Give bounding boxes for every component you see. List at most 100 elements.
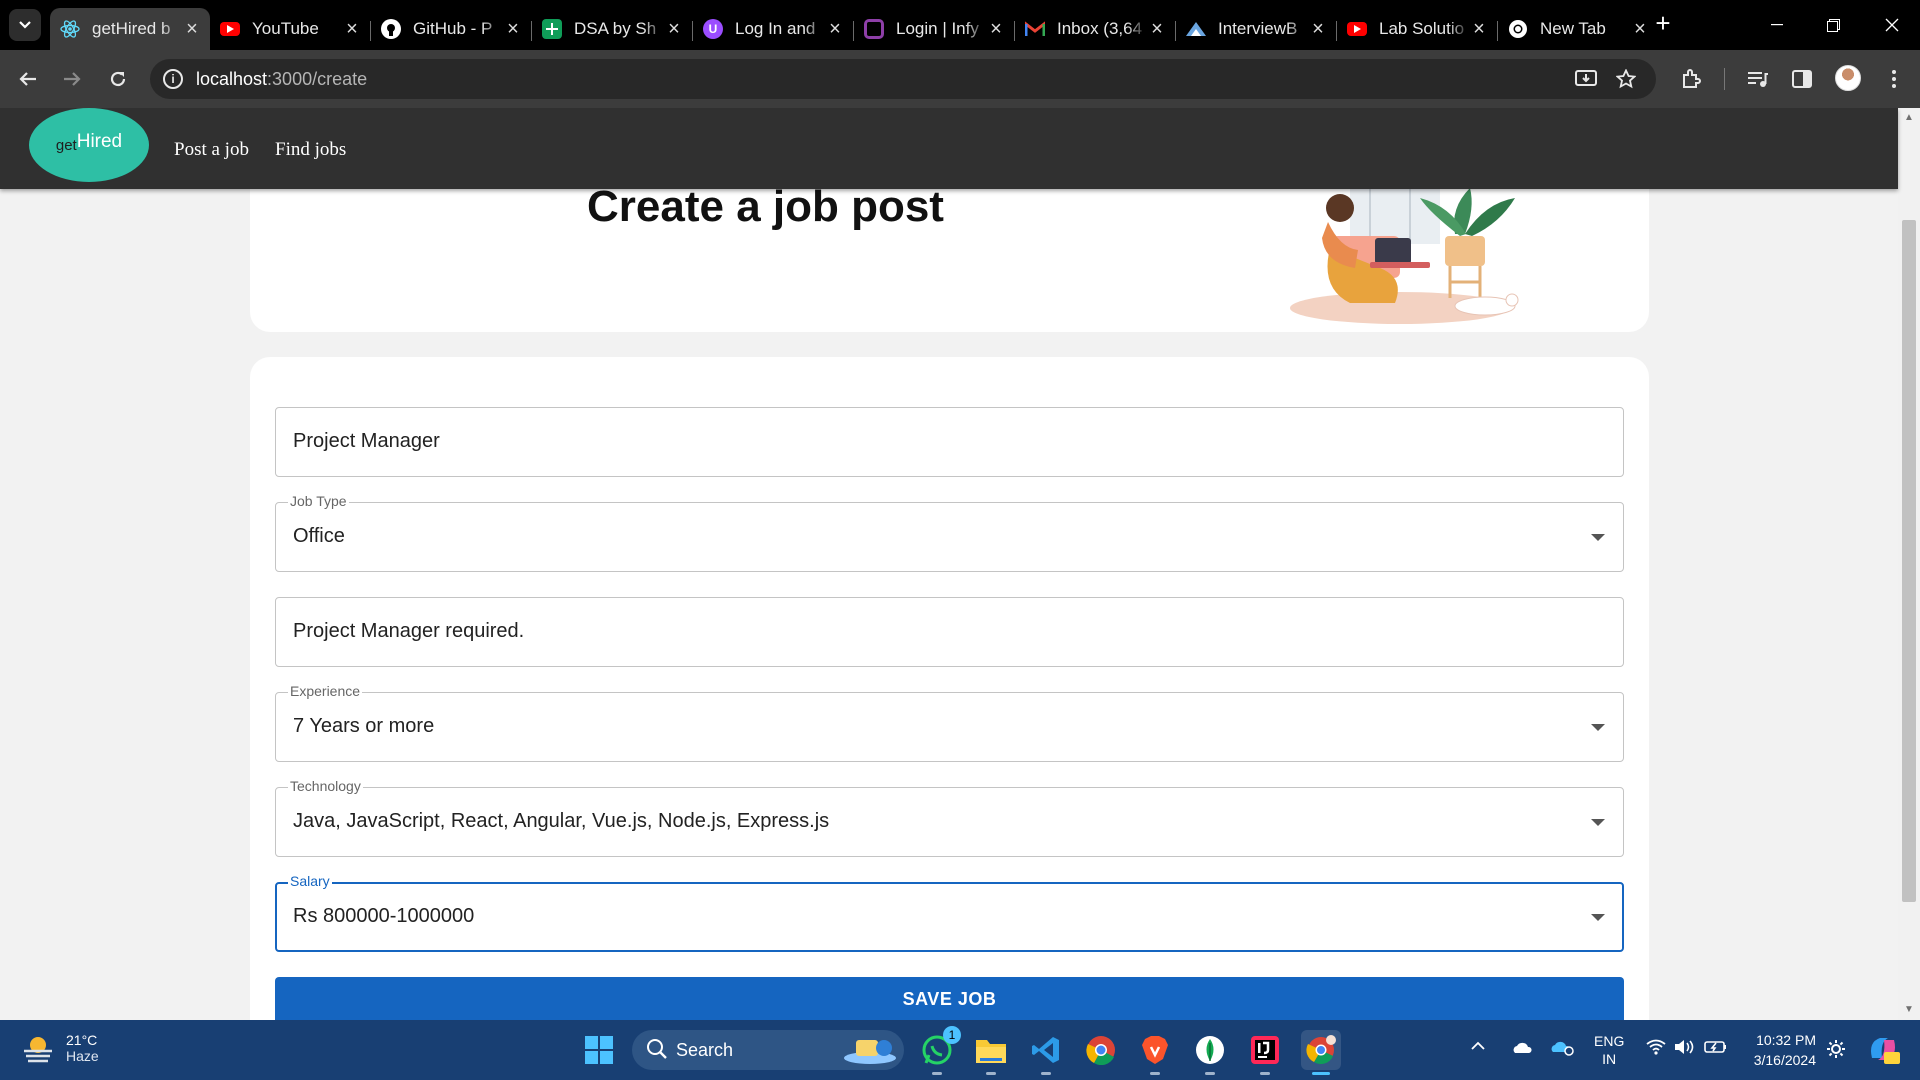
- extensions-icon[interactable]: [1677, 65, 1705, 93]
- weather-widget[interactable]: 21°C Haze: [22, 1032, 99, 1064]
- vscode-icon: [1032, 1037, 1059, 1063]
- taskbar-intellij[interactable]: [1245, 1030, 1285, 1075]
- close-icon[interactable]: ×: [666, 18, 682, 41]
- wifi-icon[interactable]: [1646, 1039, 1666, 1058]
- taskbar-chrome[interactable]: [1081, 1030, 1121, 1070]
- technology-label: Technology: [288, 778, 363, 794]
- notification-badge: 1: [943, 1026, 961, 1044]
- volume-icon[interactable]: [1674, 1039, 1696, 1058]
- app-icon: U: [703, 19, 723, 39]
- tab-youtube[interactable]: YouTube ×: [210, 12, 370, 46]
- close-icon[interactable]: ×: [505, 18, 521, 41]
- tab-search-button[interactable]: [9, 9, 41, 41]
- running-indicator: [1041, 1072, 1051, 1075]
- tab-interviewbit[interactable]: InterviewB ×: [1176, 12, 1336, 46]
- battery-icon[interactable]: [1704, 1039, 1728, 1058]
- tab-login[interactable]: U Log In and ×: [693, 12, 853, 46]
- tab-gmail[interactable]: Inbox (3,64 ×: [1015, 12, 1175, 46]
- back-button[interactable]: [12, 63, 44, 95]
- system-clock[interactable]: 10:32 PM 3/16/2024: [1740, 1030, 1816, 1070]
- address-bar[interactable]: i localhost:3000/create: [150, 59, 1656, 99]
- bookmark-star-icon[interactable]: [1614, 67, 1638, 91]
- reload-icon: [110, 71, 126, 87]
- tab-lab-solutions[interactable]: Lab Solutio ×: [1337, 12, 1497, 46]
- chrome-icon: [1086, 1036, 1115, 1065]
- scroll-down-arrow-icon[interactable]: ▼: [1904, 1004, 1914, 1015]
- restore-icon: [1826, 18, 1840, 32]
- save-job-button[interactable]: SAVE JOB: [275, 977, 1624, 1020]
- chrome-icon: [1306, 1035, 1336, 1065]
- start-button[interactable]: [579, 1030, 619, 1070]
- close-icon[interactable]: ×: [1310, 18, 1326, 41]
- salary-label: Salary: [288, 873, 332, 889]
- running-indicator: [932, 1072, 942, 1075]
- scrollbar-thumb[interactable]: [1902, 220, 1916, 902]
- taskbar-mongodb-compass[interactable]: [1190, 1030, 1230, 1075]
- url-path: :3000/create: [267, 69, 368, 89]
- restore-button[interactable]: [1805, 0, 1861, 50]
- dropdown-arrow-icon: [1591, 534, 1605, 541]
- minimize-button[interactable]: [1749, 0, 1805, 50]
- profile-avatar[interactable]: [1835, 65, 1861, 91]
- close-icon[interactable]: ×: [344, 18, 360, 41]
- tab-dsa-sheet[interactable]: DSA by Sh ×: [532, 12, 692, 46]
- job-type-value: Office: [293, 525, 345, 547]
- copilot-icon[interactable]: [1866, 1032, 1900, 1069]
- kebab-menu-icon[interactable]: [1880, 65, 1908, 93]
- taskbar-search[interactable]: Search: [632, 1030, 904, 1070]
- onedrive-icon[interactable]: [1510, 1040, 1532, 1057]
- nav-find-jobs[interactable]: Find jobs: [275, 139, 346, 161]
- tab-gethired[interactable]: getHired b ×: [50, 8, 210, 50]
- job-description-value: Project Manager required.: [293, 620, 525, 642]
- scroll-up-arrow-icon[interactable]: ▲: [1904, 112, 1914, 123]
- media-control-icon[interactable]: [1744, 65, 1772, 93]
- job-profile-value: Project Manager: [293, 430, 440, 452]
- arrow-right-icon: [64, 72, 81, 86]
- experience-value: 7 Years or more: [293, 715, 435, 737]
- show-hidden-icons[interactable]: [1470, 1038, 1486, 1054]
- experience-label: Experience: [288, 683, 363, 699]
- close-icon[interactable]: ×: [184, 18, 200, 41]
- taskbar-file-explorer[interactable]: [971, 1030, 1011, 1075]
- install-app-icon[interactable]: [1574, 67, 1598, 91]
- brave-icon: [1142, 1036, 1168, 1064]
- job-profile-input[interactable]: Project Manager: [275, 407, 1624, 477]
- taskbar-whatsapp[interactable]: 1: [917, 1026, 961, 1075]
- new-tab-button[interactable]: +: [1650, 10, 1676, 38]
- forward-button[interactable]: [56, 63, 88, 95]
- page-title: Create a job post: [587, 182, 944, 231]
- app-navbar: get Hired Post a job Find jobs: [0, 108, 1898, 189]
- experience-select[interactable]: Experience 7 Years or more: [275, 683, 1624, 762]
- taskbar-chrome-profile[interactable]: [1301, 1030, 1341, 1075]
- job-type-select[interactable]: Job Type Office: [275, 493, 1624, 572]
- tab-new-tab[interactable]: New Tab ×: [1498, 12, 1658, 46]
- weather-temp: 21°C: [66, 1032, 98, 1048]
- input-language[interactable]: ENG IN: [1594, 1032, 1624, 1068]
- page-scrollbar[interactable]: ▲ ▼: [1898, 108, 1920, 1020]
- close-icon[interactable]: ×: [1471, 18, 1487, 41]
- site-info-icon[interactable]: i: [163, 69, 183, 89]
- url-text[interactable]: localhost:3000/create: [196, 69, 367, 90]
- network-sync-icon[interactable]: [1550, 1038, 1574, 1059]
- close-icon[interactable]: ×: [1149, 18, 1165, 41]
- tab-github[interactable]: GitHub - P ×: [371, 12, 531, 46]
- taskbar-vscode[interactable]: [1026, 1030, 1066, 1075]
- close-icon[interactable]: ×: [1632, 18, 1648, 41]
- taskbar-brave[interactable]: [1135, 1030, 1175, 1075]
- page-viewport: get Hired Post a job Find jobs Create a j…: [0, 108, 1920, 1020]
- job-description-input[interactable]: Project Manager required.: [275, 597, 1624, 667]
- nav-post-a-job[interactable]: Post a job: [174, 139, 249, 161]
- close-window-button[interactable]: [1864, 0, 1920, 50]
- close-icon[interactable]: ×: [827, 18, 843, 41]
- tab-title: getHired b: [92, 19, 171, 38]
- technology-select[interactable]: Technology Java, JavaScript, React, Angu…: [275, 778, 1624, 857]
- reload-button[interactable]: [102, 63, 134, 95]
- salary-select[interactable]: Salary Rs 800000-1000000: [275, 873, 1624, 952]
- tab-infy[interactable]: Login | Infy ×: [854, 12, 1014, 46]
- close-icon[interactable]: ×: [988, 18, 1004, 41]
- browser-toolbar: i localhost:3000/create: [0, 50, 1920, 108]
- notification-settings-icon[interactable]: [1826, 1039, 1846, 1062]
- logo-prefix: get: [55, 136, 77, 154]
- side-panel-icon[interactable]: [1788, 65, 1816, 93]
- app-logo[interactable]: get Hired: [29, 108, 149, 182]
